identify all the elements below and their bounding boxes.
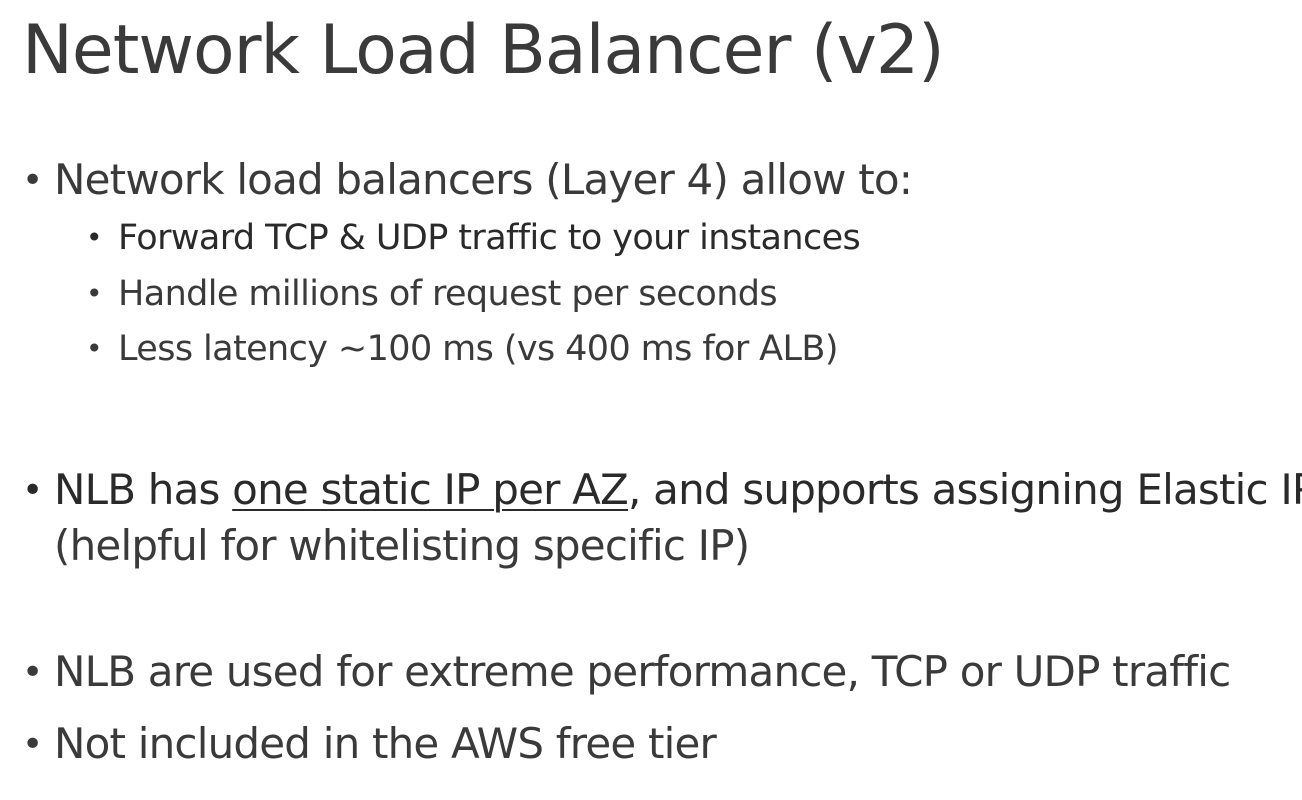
bullet-nlb-static-ip: • NLB has one static IP per AZ, and suppo… <box>22 462 1302 519</box>
underlined-static-ip-text: one static IP per AZ <box>232 465 629 514</box>
sub-bullet-less-latency: • Less latency ~100 ms (vs 400 ms for ALB… <box>86 325 838 373</box>
sub-bullet-text: Forward TCP & UDP traffic to your instan… <box>118 218 861 258</box>
bullet-network-load-balancers: • Network load balancers (Layer 4) allow … <box>22 152 913 209</box>
bullet-dot: • <box>22 470 43 511</box>
bullet-dot: • <box>22 724 43 765</box>
bullet-dot: • <box>86 332 103 365</box>
bullet-not-free-tier: • Not included in the AWS free tier <box>22 716 717 773</box>
bullet-dot: • <box>86 221 103 254</box>
sub-bullet-handle-millions: • Handle millions of request per seconds <box>86 270 778 318</box>
bullet-suffix: , and supports assigning Elastic IP <box>628 465 1302 514</box>
slide-title: Network Load Balancer (v2) <box>22 11 945 90</box>
bullet-dot: • <box>86 277 103 310</box>
bullet-continuation-helpful: (helpful for whitelisting specific IP) <box>54 521 750 570</box>
bullet-prefix: NLB has <box>54 465 233 514</box>
bullet-dot: • <box>22 652 43 693</box>
slide: Network Load Balancer (v2) • Network load… <box>0 0 1302 800</box>
bullet-text: Not included in the AWS free tier <box>54 719 717 768</box>
bullet-text: NLB are used for extreme performance, TC… <box>54 647 1231 696</box>
sub-bullet-text: Less latency ~100 ms (vs 400 ms for ALB) <box>118 329 838 369</box>
bullet-dot: • <box>22 160 43 201</box>
bullet-nlb-extreme-performance: • NLB are used for extreme performance, T… <box>22 644 1231 701</box>
sub-bullet-text: Handle millions of request per seconds <box>118 274 778 314</box>
bullet-text: Network load balancers (Layer 4) allow t… <box>54 155 913 204</box>
sub-bullet-forward-tcp-udp: • Forward TCP & UDP traffic to your insta… <box>86 214 861 262</box>
